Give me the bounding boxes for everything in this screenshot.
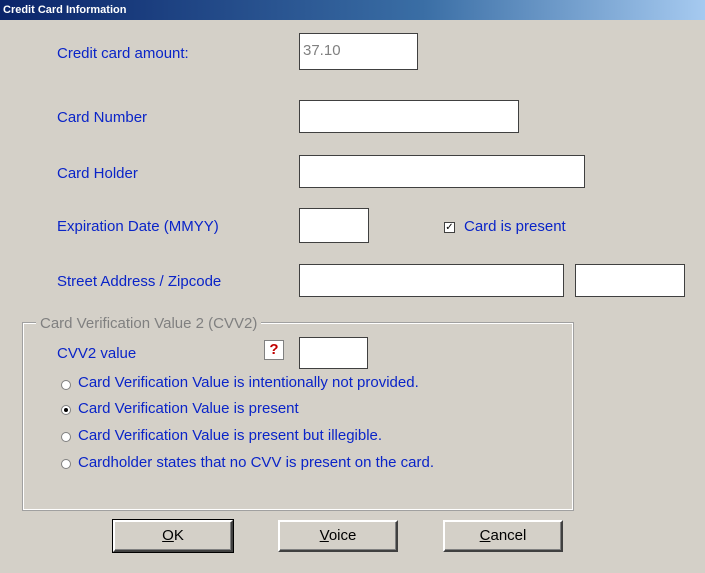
voice-label: oice — [328, 527, 357, 544]
expiration-label: Expiration Date (MMYY) — [57, 218, 219, 235]
card-number-label: Card Number — [57, 109, 148, 126]
card-holder-label: Card Holder — [57, 165, 138, 182]
voice-button[interactable]: Voice — [278, 520, 398, 552]
ok-label: K — [173, 527, 184, 544]
card-number-field[interactable] — [299, 100, 519, 133]
voice-accel: V — [319, 527, 329, 544]
cvv2-value-field[interactable] — [299, 337, 368, 369]
card-present-label: Card is present — [464, 218, 566, 235]
cvv2-value-label: CVV2 value — [57, 345, 137, 362]
address-label: Street Address / Zipcode — [57, 273, 222, 290]
cancel-button[interactable]: Cancel — [443, 520, 563, 552]
cvv-option-not-provided-label: Card Verification Value is intentionally… — [78, 374, 419, 391]
street-address-field[interactable] — [299, 264, 564, 297]
cvv2-group-title: Card Verification Value 2 (CVV2) — [36, 315, 262, 332]
credit-card-dialog: Credit Card Information Credit card amou… — [0, 0, 705, 573]
cvv-option-illegible-radio[interactable] — [61, 432, 71, 442]
title-bar: Credit Card Information — [0, 0, 705, 20]
cvv-option-present-radio[interactable] — [61, 405, 71, 415]
cancel-accel: C — [479, 527, 491, 544]
ok-accel: O — [162, 527, 174, 544]
amount-label: Credit card amount: — [57, 45, 189, 62]
card-present-checkbox[interactable]: ✓ — [444, 222, 455, 233]
card-holder-field[interactable] — [299, 155, 585, 188]
cvv-option-none-on-card-label: Cardholder states that no CVV is present… — [78, 454, 435, 471]
help-icon[interactable]: ? — [264, 340, 284, 360]
cancel-label: ancel — [490, 527, 527, 544]
cvv-option-not-provided-radio[interactable] — [61, 380, 71, 390]
expiration-field[interactable] — [299, 208, 369, 243]
cvv-option-illegible-label: Card Verification Value is present but i… — [78, 427, 383, 444]
amount-field[interactable] — [299, 33, 418, 70]
zipcode-field[interactable] — [575, 264, 685, 297]
ok-button[interactable]: OK — [112, 519, 234, 553]
cvv-option-present-label: Card Verification Value is present — [78, 400, 299, 417]
cvv-option-none-on-card-radio[interactable] — [61, 459, 71, 469]
